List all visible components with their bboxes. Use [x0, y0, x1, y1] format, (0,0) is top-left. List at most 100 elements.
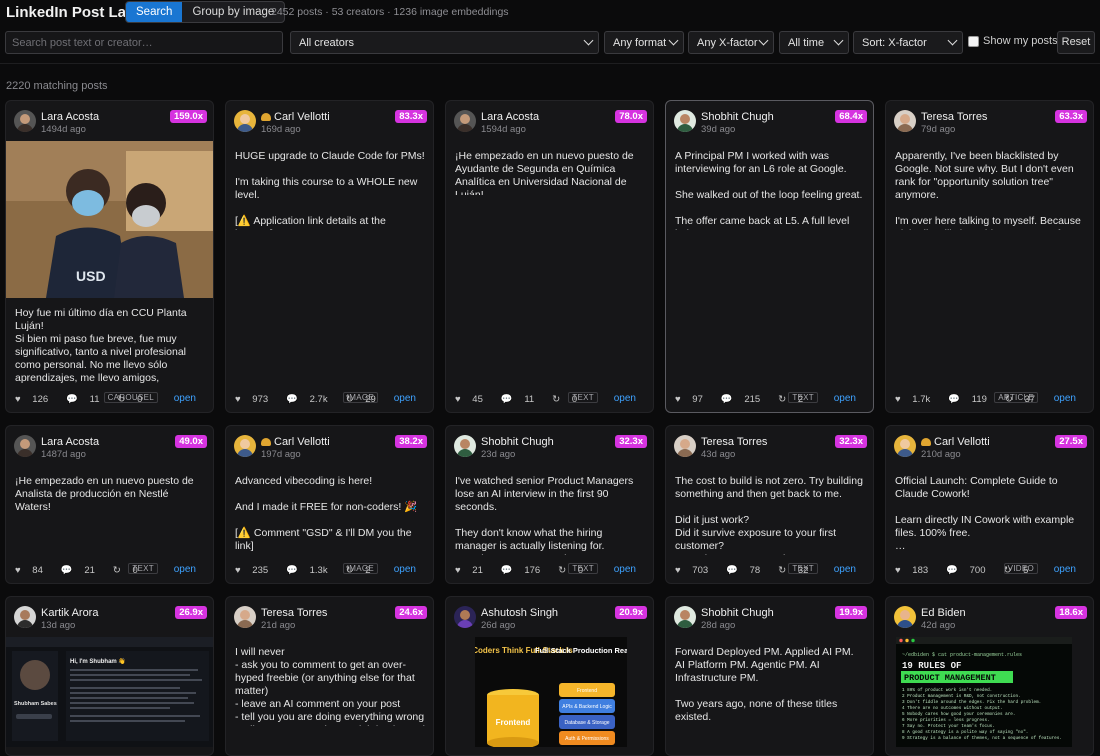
post-age: 39d ago: [701, 124, 736, 135]
xfactor-badge: 159.0x: [169, 110, 207, 123]
likes-count: ♥ 97: [675, 394, 712, 405]
xfactor-badge: 68.4x: [835, 110, 867, 123]
likes-value: 126: [32, 393, 49, 405]
comments-value: 1.3k: [309, 564, 328, 576]
comment-icon: 💬: [500, 564, 513, 576]
creator-name[interactable]: Kartik Arora: [41, 607, 98, 619]
post-age: 26d ago: [481, 620, 516, 631]
post-card[interactable]: Shobhit Chugh 23d ago 32.3x I've watched…: [445, 425, 654, 584]
post-card[interactable]: Carl Vellotti 197d ago 38.2x Advanced vi…: [225, 425, 434, 584]
creator-name[interactable]: Ed Biden: [921, 607, 966, 619]
creator-name[interactable]: Ashutosh Singh: [481, 607, 558, 619]
creator-name[interactable]: Lara Acosta: [41, 436, 99, 448]
creator-name[interactable]: Carl Vellotti: [921, 436, 990, 448]
comments-count: 💬 78: [726, 565, 769, 576]
likes-value: 183: [912, 564, 929, 576]
post-text: I've watched senior Product Managers los…: [455, 475, 634, 555]
likes-count: ♥ 973: [235, 394, 277, 405]
creator-name[interactable]: Carl Vellotti: [261, 436, 330, 448]
result-count: 2220 matching posts: [6, 80, 108, 92]
xfactor-badge: 83.3x: [395, 110, 427, 123]
open-link[interactable]: open: [174, 564, 196, 575]
comments-value: 21: [84, 564, 95, 576]
reset-button[interactable]: Reset: [1057, 31, 1095, 54]
post-card[interactable]: Teresa Torres 43d ago 32.3x The cost to …: [665, 425, 874, 584]
format-tag: TEXT: [788, 563, 818, 574]
likes-count: ♥ 235: [235, 565, 277, 576]
image-rule: 7 Say no. Protect your team's focus.: [902, 724, 995, 729]
group-by-image-button[interactable]: Group by image: [182, 2, 284, 22]
creator-name[interactable]: Shobhit Chugh: [701, 111, 774, 123]
search-mode-button[interactable]: Search: [126, 2, 183, 22]
hat-emoji-icon: [261, 438, 271, 446]
time-select-value: All time: [788, 36, 825, 49]
image-rule: 3 Don't fiddle around the edges. Fix the…: [902, 700, 1041, 705]
likes-value: 97: [692, 393, 703, 405]
dataset-stats: 2452 posts · 53 creators · 1236 image em…: [271, 6, 509, 18]
creator-name[interactable]: Carl Vellotti: [261, 111, 330, 123]
creator-name[interactable]: Shobhit Chugh: [701, 607, 774, 619]
sort-select[interactable]: Sort: X-factor: [853, 31, 963, 54]
comment-icon: 💬: [726, 564, 738, 576]
sort-select-value: Sort: X-factor: [862, 36, 927, 49]
xfactor-badge: 26.9x: [175, 606, 207, 619]
comments-value: 176: [524, 564, 541, 576]
post-age: 1487d ago: [41, 449, 86, 460]
likes-count: ♥ 126: [15, 394, 57, 405]
open-link[interactable]: open: [834, 393, 856, 404]
post-card[interactable]: Lara Acosta 1494d ago 159.0x USD Hoy fue…: [5, 100, 214, 413]
avatar: [454, 110, 476, 132]
comments-value: 119: [971, 393, 987, 405]
comments-count: 💬 11: [501, 394, 543, 405]
search-input[interactable]: [5, 31, 283, 54]
show-my-posts-toggle[interactable]: Show my posts: [968, 35, 1058, 47]
post-card[interactable]: Carl Vellotti 169d ago 83.3x HUGE upgrad…: [225, 100, 434, 413]
heart-icon: ♥: [455, 564, 461, 576]
post-card[interactable]: Ashutosh Singh 26d ago 20.9x Vibe Coders…: [445, 596, 654, 756]
post-age: 43d ago: [701, 449, 736, 460]
post-card[interactable]: Kartik Arora 13d ago 26.9x Shubham Sabes…: [5, 596, 214, 756]
post-card[interactable]: Shobhit Chugh 28d ago 19.9x Forward Depl…: [665, 596, 874, 756]
image-heading-1: 19 RULES OF: [902, 661, 961, 671]
creator-name[interactable]: Shobhit Chugh: [481, 436, 554, 448]
post-text: Advanced vibecoding is here! And I made …: [235, 475, 418, 555]
post-card[interactable]: Teresa Torres 79d ago 63.3x Apparently, …: [885, 100, 1094, 413]
hat-emoji-icon: [921, 438, 931, 446]
show-my-posts-checkbox[interactable]: [968, 35, 979, 47]
open-link[interactable]: open: [834, 564, 856, 575]
creator-name[interactable]: Lara Acosta: [41, 111, 99, 123]
format-select[interactable]: Any format: [604, 31, 684, 54]
avatar: [234, 435, 256, 457]
image-rule: 2 Product management is R&D, not constru…: [902, 694, 1021, 699]
heart-icon: ♥: [895, 564, 901, 576]
open-link[interactable]: open: [1054, 393, 1076, 404]
card-footer: ♥ 973 💬 2.7k ↻ 29 IMAGE open: [235, 392, 425, 405]
post-card[interactable]: Lara Acosta 1487d ago 49.0x ¡He empezado…: [5, 425, 214, 584]
post-card[interactable]: Ed Biden 42d ago 18.6x ~/edbiden $ cat p…: [885, 596, 1094, 756]
repost-icon: ↻: [112, 564, 121, 576]
creator-name[interactable]: Teresa Torres: [261, 607, 327, 619]
creator-name[interactable]: Teresa Torres: [701, 436, 767, 448]
image-layer-2: Database & Storage: [564, 720, 609, 726]
post-card[interactable]: Shobhit Chugh 39d ago 68.4x A Principal …: [665, 100, 874, 413]
post-age: 42d ago: [921, 620, 956, 631]
post-card[interactable]: Carl Vellotti 210d ago 27.5x Official La…: [885, 425, 1094, 584]
heart-icon: ♥: [235, 564, 241, 576]
time-select[interactable]: All time: [779, 31, 849, 54]
open-link[interactable]: open: [174, 393, 196, 404]
open-link[interactable]: open: [1054, 564, 1076, 575]
creator-name[interactable]: Teresa Torres: [921, 111, 987, 123]
post-image: USD: [6, 141, 213, 298]
post-card[interactable]: Teresa Torres 21d ago 24.6x I will never…: [225, 596, 434, 756]
creator-select[interactable]: All creators: [290, 31, 599, 54]
avatar: [14, 606, 36, 628]
post-card[interactable]: Lara Acosta 1594d ago 78.0x ¡He empezado…: [445, 100, 654, 413]
format-tag: CAROUSEL: [103, 392, 158, 403]
open-link[interactable]: open: [614, 564, 636, 575]
creator-name[interactable]: Lara Acosta: [481, 111, 539, 123]
xfactor-select[interactable]: Any X-factor: [688, 31, 774, 54]
open-link[interactable]: open: [394, 564, 416, 575]
open-link[interactable]: open: [614, 393, 636, 404]
card-header: Carl Vellotti 210d ago 27.5x: [894, 434, 1087, 462]
open-link[interactable]: open: [394, 393, 416, 404]
